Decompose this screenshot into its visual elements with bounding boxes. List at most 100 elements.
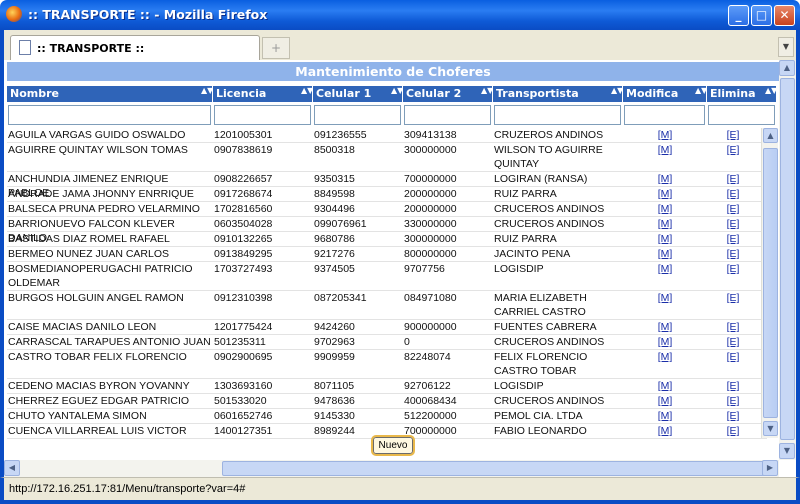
browser-scroll-down-icon[interactable]: ▼ [779, 443, 795, 459]
modify-link[interactable]: [M] [623, 202, 707, 216]
delete-link[interactable]: [E] [707, 247, 759, 261]
grid-vertical-scrollbar[interactable]: ▲ ▼ [761, 128, 778, 438]
column-header-transportista[interactable]: Transportista ▲▼ [493, 86, 623, 102]
modify-link[interactable]: [M] [623, 394, 707, 408]
sort-icon[interactable]: ▲▼ [391, 87, 403, 95]
column-header-modifica[interactable]: Modifica ▲▼ [623, 86, 707, 102]
delete-link[interactable]: [E] [707, 409, 759, 423]
browser-scroll-right-icon[interactable]: ▶ [762, 460, 778, 476]
cell-celular1: 8071105 [314, 380, 355, 392]
cell-celular1: 8989244 [314, 425, 355, 437]
sort-icon[interactable]: ▲▼ [481, 87, 493, 95]
sort-icon[interactable]: ▲▼ [301, 87, 313, 95]
delete-link[interactable]: [E] [707, 424, 759, 438]
cell-transportista: CRUCEROS ANDINOS [494, 395, 605, 407]
modify-link[interactable]: [M] [623, 187, 707, 201]
cell-nombre: CASTRO TOBAR FELIX FLORENCIO [8, 351, 187, 363]
filter-input-elimina[interactable] [708, 105, 775, 125]
modify-link[interactable]: [M] [623, 379, 707, 393]
delete-link[interactable]: [E] [707, 128, 759, 142]
cell-celular2: 084971080 [404, 292, 457, 304]
modify-link[interactable]: [M] [623, 262, 707, 276]
delete-link[interactable]: [E] [707, 394, 759, 408]
modify-link[interactable]: [M] [623, 350, 707, 364]
sort-icon[interactable]: ▲▼ [695, 87, 707, 95]
tab-transporte[interactable]: :: TRANSPORTE :: [10, 35, 260, 60]
modify-link[interactable]: [M] [623, 217, 707, 231]
cell-celular1: 9680786 [314, 233, 355, 245]
delete-link[interactable]: [E] [707, 143, 759, 157]
scroll-down-icon[interactable]: ▼ [763, 421, 778, 436]
browser-horizontal-scrollbar[interactable]: ◀ ▶ [4, 460, 779, 477]
modify-link[interactable]: [M] [623, 320, 707, 334]
delete-link[interactable]: [E] [707, 187, 759, 201]
cell-celular1: 9350315 [314, 173, 355, 185]
browser-vscroll-thumb[interactable] [780, 78, 795, 440]
cell-transportista: FELIX FLORENCIO CASTRO TOBAR [494, 351, 588, 377]
sort-icon[interactable]: ▲▼ [201, 87, 213, 95]
delete-link[interactable]: [E] [707, 232, 759, 246]
modify-link[interactable]: [M] [623, 143, 707, 157]
filter-input-transportista[interactable] [494, 105, 621, 125]
new-tab-button[interactable]: + [262, 37, 290, 59]
delete-link[interactable]: [E] [707, 335, 759, 349]
cell-licencia: 0603504028 [214, 218, 273, 230]
cell-transportista: CRUZEROS ANDINOS [494, 129, 604, 141]
browser-vertical-scrollbar[interactable]: ▲ ▼ [779, 60, 796, 460]
browser-scroll-up-icon[interactable]: ▲ [779, 60, 795, 76]
sort-icon[interactable]: ▲▼ [765, 87, 777, 95]
tab-list-button[interactable]: ▼ [778, 37, 794, 57]
sort-icon[interactable]: ▲▼ [611, 87, 623, 95]
delete-link[interactable]: [E] [707, 172, 759, 186]
cell-celular2: 92706122 [404, 380, 451, 392]
modify-link[interactable]: [M] [623, 172, 707, 186]
minimize-button[interactable]: _ [728, 5, 749, 26]
delete-link[interactable]: [E] [707, 262, 759, 276]
delete-link[interactable]: [E] [707, 291, 759, 305]
column-header-celular1[interactable]: Celular 1 ▲▼ [313, 86, 403, 102]
column-header-nombre[interactable]: Nombre ▲▼ [7, 86, 213, 102]
modify-link[interactable]: [M] [623, 424, 707, 438]
delete-link[interactable]: [E] [707, 217, 759, 231]
column-header-licencia[interactable]: Licencia ▲▼ [213, 86, 313, 102]
cell-licencia: 501235311 [214, 336, 266, 348]
filter-input-licencia[interactable] [214, 105, 311, 125]
modify-link[interactable]: [M] [623, 409, 707, 423]
cell-nombre: BOSMEDIANOPERUGACHI PATRICIO OLDEMAR [8, 263, 193, 289]
new-driver-button[interactable]: Nuevo [371, 435, 415, 456]
cell-celular2: 400068434 [404, 395, 457, 407]
page-title: Mantenimiento de Choferes [7, 62, 779, 81]
filter-input-modifica[interactable] [624, 105, 705, 125]
cell-celular1: 8849598 [314, 188, 355, 200]
filter-input-celular2[interactable] [404, 105, 491, 125]
cell-licencia: 501533020 [214, 395, 267, 407]
column-header-label: Licencia [216, 87, 267, 100]
cell-nombre: CEDENO MACIAS BYRON YOVANNY [8, 380, 190, 392]
modify-link[interactable]: [M] [623, 128, 707, 142]
window-titlebar: :: TRANSPORTE :: - Mozilla Firefox _ □ ✕ [0, 0, 800, 30]
delete-link[interactable]: [E] [707, 202, 759, 216]
delete-link[interactable]: [E] [707, 350, 759, 364]
column-header-celular2[interactable]: Celular 2 ▲▼ [403, 86, 493, 102]
cell-celular2: 200000000 [404, 188, 457, 200]
modify-link[interactable]: [M] [623, 291, 707, 305]
browser-hscroll-thumb[interactable] [222, 461, 768, 476]
filter-input-nombre[interactable] [8, 105, 211, 125]
grid-scroll-thumb[interactable] [763, 148, 778, 418]
modify-link[interactable]: [M] [623, 247, 707, 261]
cell-celular1: 087205341 [314, 292, 367, 304]
close-button[interactable]: ✕ [774, 5, 795, 26]
scroll-up-icon[interactable]: ▲ [763, 128, 778, 143]
cell-licencia: 0908226657 [214, 173, 273, 185]
modify-link[interactable]: [M] [623, 335, 707, 349]
delete-link[interactable]: [E] [707, 379, 759, 393]
cell-celular1: 9374505 [314, 263, 355, 275]
browser-scroll-left-icon[interactable]: ◀ [4, 460, 20, 476]
modify-link[interactable]: [M] [623, 232, 707, 246]
delete-link[interactable]: [E] [707, 320, 759, 334]
maximize-button[interactable]: □ [751, 5, 772, 26]
filter-input-celular1[interactable] [314, 105, 401, 125]
cell-transportista: CRUCEROS ANDINOS [494, 203, 605, 215]
cell-licencia: 0902900695 [214, 351, 273, 363]
column-header-elimina[interactable]: Elimina ▲▼ [707, 86, 777, 102]
